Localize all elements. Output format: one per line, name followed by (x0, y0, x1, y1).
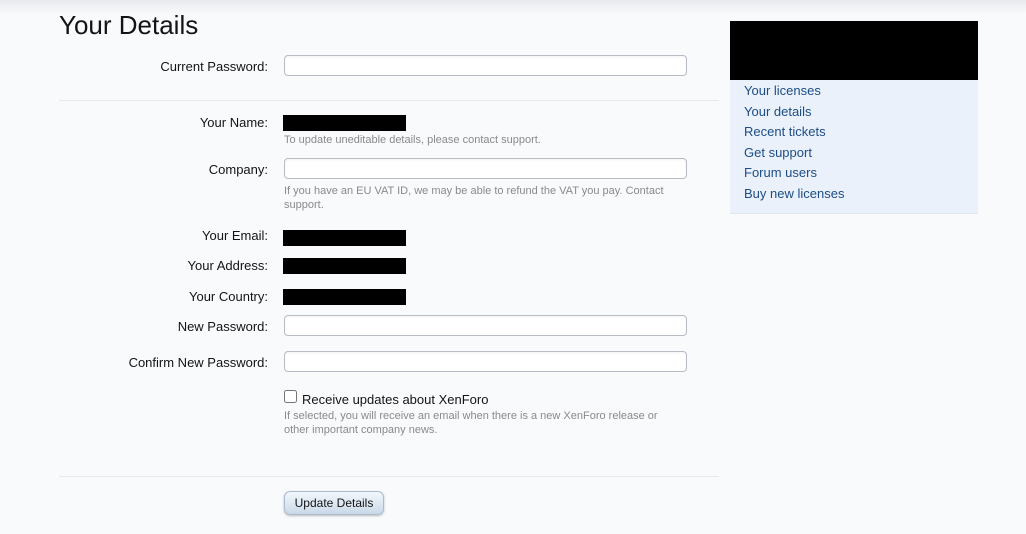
name-value-redacted (283, 115, 406, 131)
sidebar-header-redacted (730, 21, 978, 80)
company-input[interactable] (284, 158, 687, 179)
receive-updates-label[interactable]: Receive updates about XenForo (302, 392, 488, 407)
sidebar-item-forum-users: Forum users (744, 165, 844, 186)
sidebar-item-recent-tickets: Recent tickets (744, 124, 844, 145)
sidebar-link-your-details[interactable]: Your details (744, 104, 811, 119)
section-divider (59, 100, 719, 101)
name-hint: To update uneditable details, please con… (284, 134, 541, 146)
current-password-label: Current Password: (160, 59, 268, 74)
page-title: Your Details (59, 10, 199, 40)
company-hint: If you have an EU VAT ID, we may be able… (284, 185, 664, 211)
sidebar-item-your-details: Your details (744, 104, 844, 125)
confirm-password-input[interactable] (284, 351, 687, 372)
account-sidebar: Your licenses Your details Recent ticket… (730, 21, 978, 214)
name-label: Your Name: (199, 115, 268, 130)
email-value-redacted (283, 230, 406, 246)
new-password-input[interactable] (284, 315, 687, 336)
sidebar-item-get-support: Get support (744, 145, 844, 166)
sidebar-link-recent-tickets[interactable]: Recent tickets (744, 124, 826, 139)
current-password-input[interactable] (284, 55, 687, 76)
new-password-label: New Password: (177, 319, 268, 334)
receive-updates-hint: If selected, you will receive an email w… (284, 410, 658, 436)
country-label: Your Country: (188, 289, 268, 304)
sidebar-item-buy-new-licenses: Buy new licenses (744, 186, 844, 207)
address-value-redacted (283, 258, 406, 274)
country-value-redacted (283, 289, 406, 305)
sidebar-nav: Your licenses Your details Recent ticket… (744, 83, 844, 206)
form-footer-divider (59, 476, 719, 477)
sidebar-link-buy-new-licenses[interactable]: Buy new licenses (744, 186, 844, 201)
email-label: Your Email: (202, 228, 268, 243)
sidebar-item-your-licenses: Your licenses (744, 83, 844, 104)
update-details-button[interactable]: Update Details (284, 491, 384, 515)
sidebar-link-your-licenses[interactable]: Your licenses (744, 83, 821, 98)
sidebar-link-get-support[interactable]: Get support (744, 145, 812, 160)
sidebar-link-forum-users[interactable]: Forum users (744, 165, 817, 180)
receive-updates-checkbox[interactable] (284, 390, 297, 403)
address-label: Your Address: (187, 258, 268, 273)
company-label: Company: (208, 162, 268, 177)
confirm-password-label: Confirm New Password: (128, 355, 268, 370)
